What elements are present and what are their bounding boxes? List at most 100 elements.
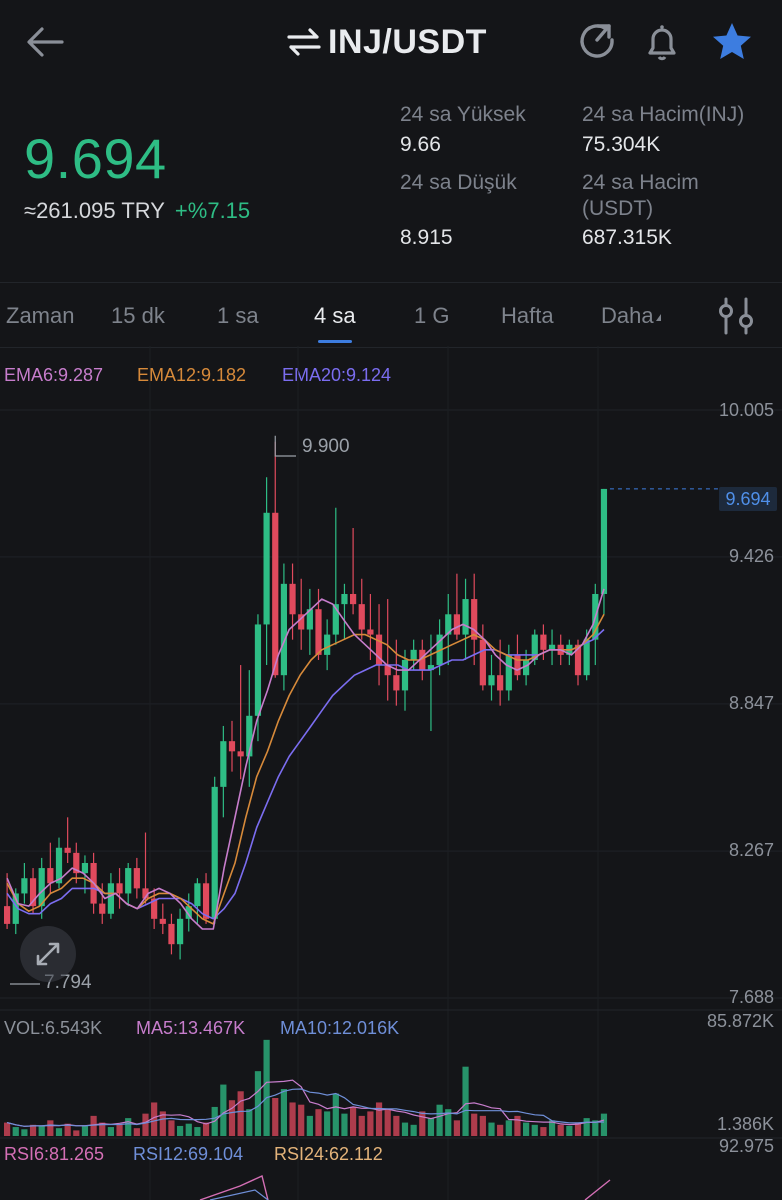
- volume-bar: [306, 1115, 313, 1136]
- candle-body: [254, 624, 262, 716]
- candle-body: [107, 883, 114, 914]
- pair-title[interactable]: INJ/USDT: [286, 20, 487, 64]
- candle-body: [125, 868, 132, 894]
- volume-bar: [557, 1124, 564, 1136]
- candle-body: [289, 583, 296, 615]
- volume-bar: [142, 1113, 149, 1136]
- candle-body: [263, 512, 270, 625]
- candle-body: [202, 883, 210, 919]
- price-tick-3: 8.847: [728, 693, 774, 713]
- volume-base-value: 75.304K: [582, 133, 661, 156]
- current-price-tag: 9.694: [719, 487, 777, 511]
- candle-body: [401, 659, 409, 691]
- volume-bar: [228, 1100, 236, 1136]
- tab-more-label: Daha: [601, 303, 654, 328]
- tab-week[interactable]: Hafta: [501, 303, 554, 329]
- candle-body: [514, 654, 521, 676]
- volume-bar: [462, 1066, 469, 1136]
- top-bar: INJ/USDT: [0, 0, 782, 86]
- indicator-settings-icon[interactable]: [716, 296, 756, 336]
- volume-bar: [401, 1122, 409, 1136]
- volume-bar: [177, 1125, 184, 1136]
- legend-rsi6: RSI6:81.265: [4, 1144, 105, 1164]
- rsi6-line: [199, 1175, 269, 1200]
- candle-body: [47, 868, 54, 884]
- tab-1d[interactable]: 1 G: [414, 303, 449, 329]
- candle-body: [358, 604, 365, 630]
- volume-bar: [116, 1124, 123, 1136]
- volume-bar: [4, 1122, 11, 1136]
- volume-min-label: 1.386K: [716, 1114, 774, 1134]
- high-marker-line: [274, 435, 296, 457]
- volume-bar: [384, 1109, 391, 1136]
- volume-bar: [47, 1120, 54, 1136]
- volume-bar: [566, 1125, 573, 1136]
- volume-bar: [419, 1111, 426, 1136]
- volume-bar: [315, 1109, 322, 1136]
- volume-bar: [298, 1104, 305, 1136]
- volume-bar: [168, 1120, 175, 1136]
- pair-symbol: INJ/USDT: [328, 22, 487, 61]
- volume-bar: [497, 1124, 504, 1136]
- fiat-price-line: ≈261.095 TRY +%7.15: [24, 198, 250, 224]
- volume-bar: [81, 1125, 89, 1136]
- candlestick-chart[interactable]: [0, 346, 782, 1200]
- volume-bar: [263, 1039, 270, 1136]
- price-change: +%7.15: [174, 198, 251, 223]
- volume-bar: [272, 1097, 279, 1136]
- volume-bar: [280, 1089, 287, 1136]
- candle-body: [280, 583, 287, 676]
- caret-down-icon: [655, 313, 661, 321]
- volume-bar: [73, 1130, 80, 1136]
- candle-body: [99, 903, 106, 914]
- volume-bar: [38, 1125, 45, 1136]
- volume-quote-label: 24 sa Hacim: [582, 171, 699, 194]
- volume-bar: [246, 1109, 253, 1136]
- tab-more[interactable]: Daha: [601, 303, 661, 329]
- volume-bar: [358, 1115, 365, 1136]
- volume-bar: [393, 1115, 400, 1136]
- volume-bar: [471, 1113, 478, 1136]
- candle-body: [410, 649, 417, 660]
- high-label: 24 sa Yüksek: [400, 103, 526, 126]
- candle-body: [540, 634, 547, 650]
- swap-arrows-icon: [286, 27, 322, 57]
- legend-ma5: MA5:13.467K: [136, 1018, 246, 1038]
- candle-body: [583, 639, 590, 676]
- candle-body: [220, 741, 227, 787]
- price-tick-2: 9.426: [728, 546, 774, 566]
- candle-body: [488, 675, 495, 686]
- candle-body: [453, 614, 460, 635]
- interval-tabs: Zaman 15 dk 1 sa 4 sa 1 G Hafta Daha: [0, 282, 782, 348]
- low-value: 8.915: [400, 226, 453, 249]
- bell-icon[interactable]: [640, 20, 684, 64]
- expand-chart-button[interactable]: [20, 926, 76, 982]
- volume-bar: [55, 1128, 63, 1136]
- volume-quote-value: 687.315K: [582, 226, 672, 249]
- candle-body: [159, 918, 166, 924]
- candle-body: [393, 675, 400, 691]
- legend-ma10: MA10:12.016K: [280, 1018, 400, 1038]
- high-value: 9.66: [400, 133, 441, 156]
- legend-rsi12: RSI12:69.104: [133, 1144, 244, 1164]
- volume-bar: [194, 1127, 201, 1136]
- volume-bar: [410, 1124, 417, 1136]
- last-price: 9.694: [24, 127, 167, 190]
- price-tick-5: 7.688: [728, 987, 774, 1007]
- candle-body: [324, 634, 331, 655]
- tab-time[interactable]: Zaman: [6, 303, 74, 329]
- volume-bar: [488, 1122, 495, 1136]
- volume-bar: [107, 1127, 114, 1136]
- tab-15m[interactable]: 15 dk: [111, 303, 165, 329]
- volume-bar: [133, 1128, 140, 1136]
- share-refresh-icon[interactable]: [576, 20, 620, 64]
- candle-body: [4, 906, 11, 924]
- tab-4h[interactable]: 4 sa: [314, 303, 356, 329]
- star-icon[interactable]: [710, 20, 754, 64]
- candle-body: [211, 786, 218, 919]
- tab-1h[interactable]: 1 sa: [217, 303, 259, 329]
- arrow-left-icon[interactable]: [22, 20, 68, 66]
- volume-bar: [375, 1102, 383, 1136]
- volume-base-label: 24 sa Hacim(INJ): [582, 103, 745, 126]
- price-tick-4: 8.267: [728, 840, 774, 860]
